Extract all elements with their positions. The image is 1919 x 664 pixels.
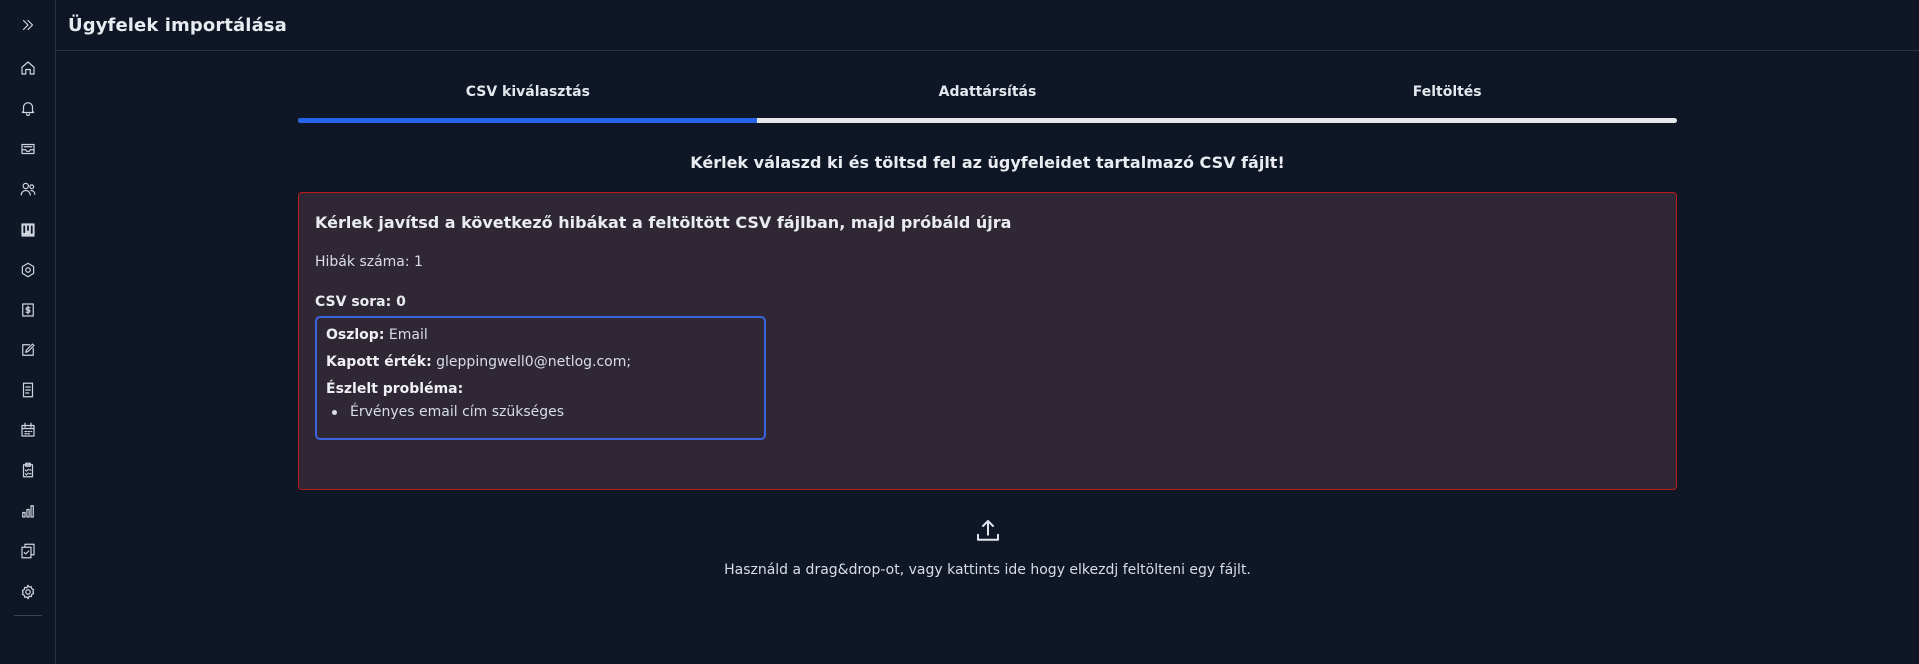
- sidebar-item-approvals[interactable]: [0, 531, 56, 571]
- kanban-icon: [21, 223, 35, 237]
- step-progress-bar: [298, 118, 1677, 123]
- sidebar-item-users[interactable]: [0, 169, 56, 209]
- sidebar-divider: [14, 615, 42, 616]
- sidebar-item-services[interactable]: [0, 250, 56, 290]
- sidebar-item-calendar[interactable]: [0, 410, 56, 450]
- sidebar-item-tasks[interactable]: [0, 450, 56, 490]
- sidebar-item-notifications[interactable]: [0, 88, 56, 128]
- received-line: Kapott érték: gleppingwell0@netlog.com;: [326, 353, 755, 372]
- problem-line: Észlelt probléma:: [326, 380, 755, 399]
- error-detail-card: Oszlop: Email Kapott érték: gleppingwell…: [315, 316, 766, 440]
- expand-icon: [22, 19, 34, 31]
- users-icon: [20, 182, 36, 196]
- sidebar-item-edit[interactable]: [0, 330, 56, 370]
- problem-list: Érvényes email cím szükséges: [326, 403, 755, 422]
- step-progress-fill: [298, 118, 758, 123]
- bell-icon: [21, 102, 35, 117]
- sidebar-item-reports[interactable]: [0, 491, 56, 531]
- gear-icon: [21, 584, 35, 600]
- expand-sidebar-button[interactable]: [0, 5, 56, 45]
- copy-check-icon: [21, 543, 35, 559]
- column-label: Oszlop:: [326, 327, 385, 343]
- tab-csv-select[interactable]: CSV kiválasztás: [298, 52, 758, 124]
- upload-text: Használd a drag&drop-ot, vagy kattints i…: [724, 562, 1251, 578]
- import-wizard: CSV kiválasztás Adattársítás Feltöltés K…: [298, 52, 1677, 578]
- step-tabs: CSV kiválasztás Adattársítás Feltöltés: [298, 52, 1677, 124]
- error-title: Kérlek javítsd a következő hibákat a fel…: [315, 213, 1012, 232]
- home-icon: [21, 61, 35, 75]
- sidebar-item-documents[interactable]: [0, 370, 56, 410]
- error-panel: Kérlek javítsd a következő hibákat a fel…: [298, 192, 1677, 490]
- upload-dropzone[interactable]: Használd a drag&drop-ot, vagy kattints i…: [298, 516, 1677, 578]
- column-value: Email: [388, 327, 428, 343]
- checklist-icon: [22, 462, 34, 478]
- sidebar-item-inbox[interactable]: [0, 129, 56, 169]
- sidebar: [0, 0, 56, 664]
- received-label: Kapott érték:: [326, 354, 432, 370]
- tab-data-mapping[interactable]: Adattársítás: [758, 52, 1218, 124]
- tab-upload[interactable]: Feltöltés: [1217, 52, 1677, 124]
- document-icon: [22, 382, 34, 398]
- upload-icon: [976, 520, 999, 541]
- error-count: Hibák száma: 1: [315, 254, 423, 270]
- sidebar-item-kanban[interactable]: [0, 210, 56, 250]
- column-line: Oszlop: Email: [326, 326, 755, 345]
- page-header: Ügyfelek importálása: [56, 0, 1919, 51]
- inbox-icon: [21, 143, 35, 155]
- csv-row-label: CSV sora: 0: [315, 294, 406, 310]
- received-value: gleppingwell0@netlog.com;: [436, 354, 632, 370]
- settings-cog-icon: [21, 262, 35, 278]
- edit-icon: [22, 343, 35, 356]
- calendar-icon: [21, 422, 35, 437]
- chart-icon: [22, 505, 34, 518]
- invoice-icon: [22, 303, 34, 317]
- problem-item: Érvényes email cím szükséges: [332, 403, 755, 422]
- instruction-text: Kérlek válaszd ki és töltsd fel az ügyfe…: [690, 153, 1285, 172]
- main-area: CSV kiválasztás Adattársítás Feltöltés K…: [56, 52, 1919, 664]
- page-title: Ügyfelek importálása: [68, 14, 287, 36]
- sidebar-item-invoices[interactable]: [0, 290, 56, 330]
- sidebar-item-settings[interactable]: [0, 572, 56, 612]
- sidebar-item-home[interactable]: [0, 48, 56, 88]
- problem-label: Észlelt probléma:: [326, 381, 464, 397]
